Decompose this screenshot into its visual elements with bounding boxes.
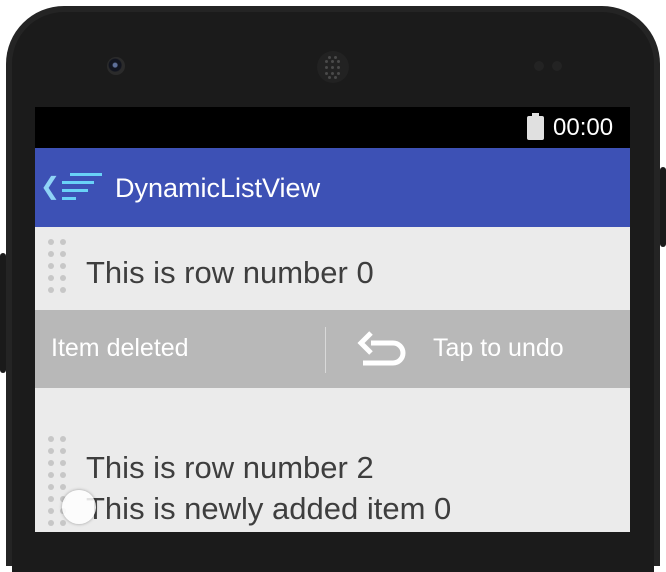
app-list-icon	[62, 173, 102, 200]
app-title: DynamicListView	[115, 173, 321, 203]
status-bar: 00:00	[35, 107, 630, 148]
undo-snackbar: Item deleted Tap to undo	[35, 310, 630, 388]
earpiece-speaker	[317, 51, 349, 83]
snackbar-divider	[325, 327, 326, 373]
snackbar-message: Item deleted	[51, 334, 189, 362]
touch-indicator	[62, 490, 96, 524]
device-screen: 00:00 ❮ DynamicListView This is row numb…	[35, 107, 630, 532]
list-item[interactable]: This is row number 2 This is newly added…	[35, 388, 630, 532]
proximity-sensor	[534, 61, 544, 71]
undo-icon[interactable]	[357, 330, 407, 370]
undo-button[interactable]: Tap to undo	[433, 334, 564, 363]
list-item-text-new: This is newly added item 0	[86, 491, 452, 526]
status-time: 00:00	[553, 114, 614, 141]
front-camera	[107, 57, 125, 75]
side-button-left	[0, 253, 6, 373]
list-item-text: This is row number 2	[86, 450, 374, 485]
list-item[interactable]: This is row number 0	[35, 227, 630, 310]
list-item-text: This is row number 0	[86, 255, 374, 290]
light-sensor	[552, 61, 562, 71]
back-chevron-icon[interactable]: ❮	[40, 171, 60, 201]
app-bar: ❮ DynamicListView	[35, 148, 630, 227]
drag-handle-icon[interactable]	[46, 239, 76, 301]
battery-icon	[527, 113, 544, 140]
side-button-right	[660, 167, 666, 247]
